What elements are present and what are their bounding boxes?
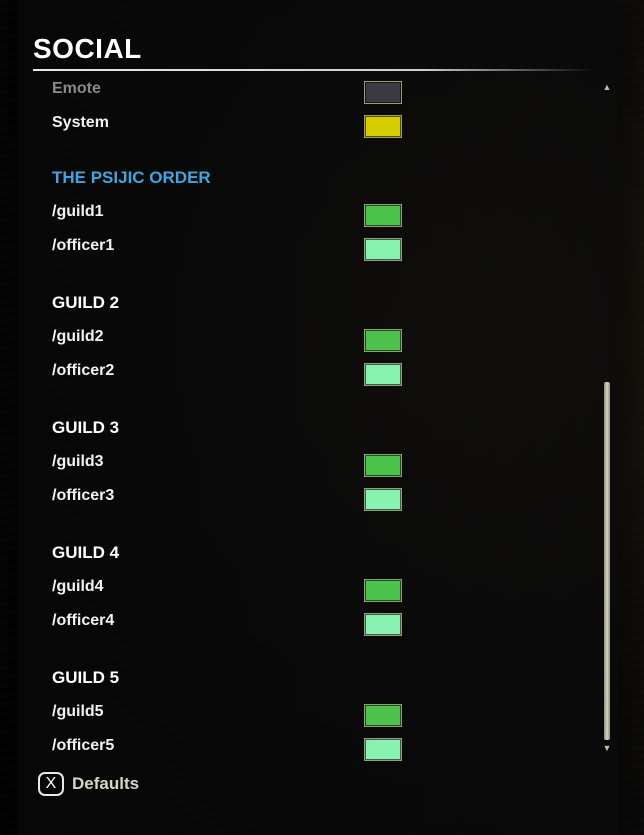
x-button-icon: X [38, 772, 64, 796]
defaults-label: Defaults [72, 774, 140, 793]
chat-color-label: /officer4 [52, 612, 115, 629]
color-swatch[interactable] [364, 704, 402, 727]
guild-header: THE PSIJIC ORDER [52, 168, 211, 187]
chat-color-label: /guild1 [52, 203, 104, 220]
color-swatch[interactable] [364, 579, 402, 602]
color-swatch[interactable] [364, 488, 402, 511]
color-swatch[interactable] [364, 738, 402, 761]
chat-color-label: /guild3 [52, 453, 104, 470]
color-swatch[interactable] [364, 363, 402, 386]
chat-color-label: /officer1 [52, 237, 115, 254]
chat-color-label: /officer2 [52, 362, 115, 379]
guild-header: GUILD 3 [52, 418, 120, 437]
color-swatch[interactable] [364, 115, 402, 138]
color-swatch[interactable] [364, 329, 402, 352]
color-swatch[interactable] [364, 454, 402, 477]
chat-color-label: /officer3 [52, 487, 115, 504]
guild-header: GUILD 4 [52, 543, 120, 562]
guild-header: GUILD 2 [52, 293, 120, 312]
chat-color-label: /guild2 [52, 328, 104, 345]
scroll-up-icon[interactable]: ▲ [602, 82, 612, 92]
color-swatch[interactable] [364, 238, 402, 261]
scrollbar-thumb[interactable] [604, 382, 610, 740]
color-swatch[interactable] [364, 613, 402, 636]
scroll-down-icon[interactable]: ▼ [602, 743, 612, 753]
chat-color-label: /guild4 [52, 578, 104, 595]
title-divider [33, 69, 593, 71]
color-swatch[interactable] [364, 204, 402, 227]
chat-color-label: System [52, 114, 109, 131]
defaults-button[interactable]: X Defaults [38, 770, 139, 798]
guild-header: GUILD 5 [52, 668, 120, 687]
chat-color-label: /guild5 [52, 703, 104, 720]
chat-color-label: Emote [52, 80, 101, 97]
chat-color-label: /officer5 [52, 737, 115, 754]
page-title: SOCIAL [33, 33, 142, 64]
color-swatch[interactable] [364, 81, 402, 104]
